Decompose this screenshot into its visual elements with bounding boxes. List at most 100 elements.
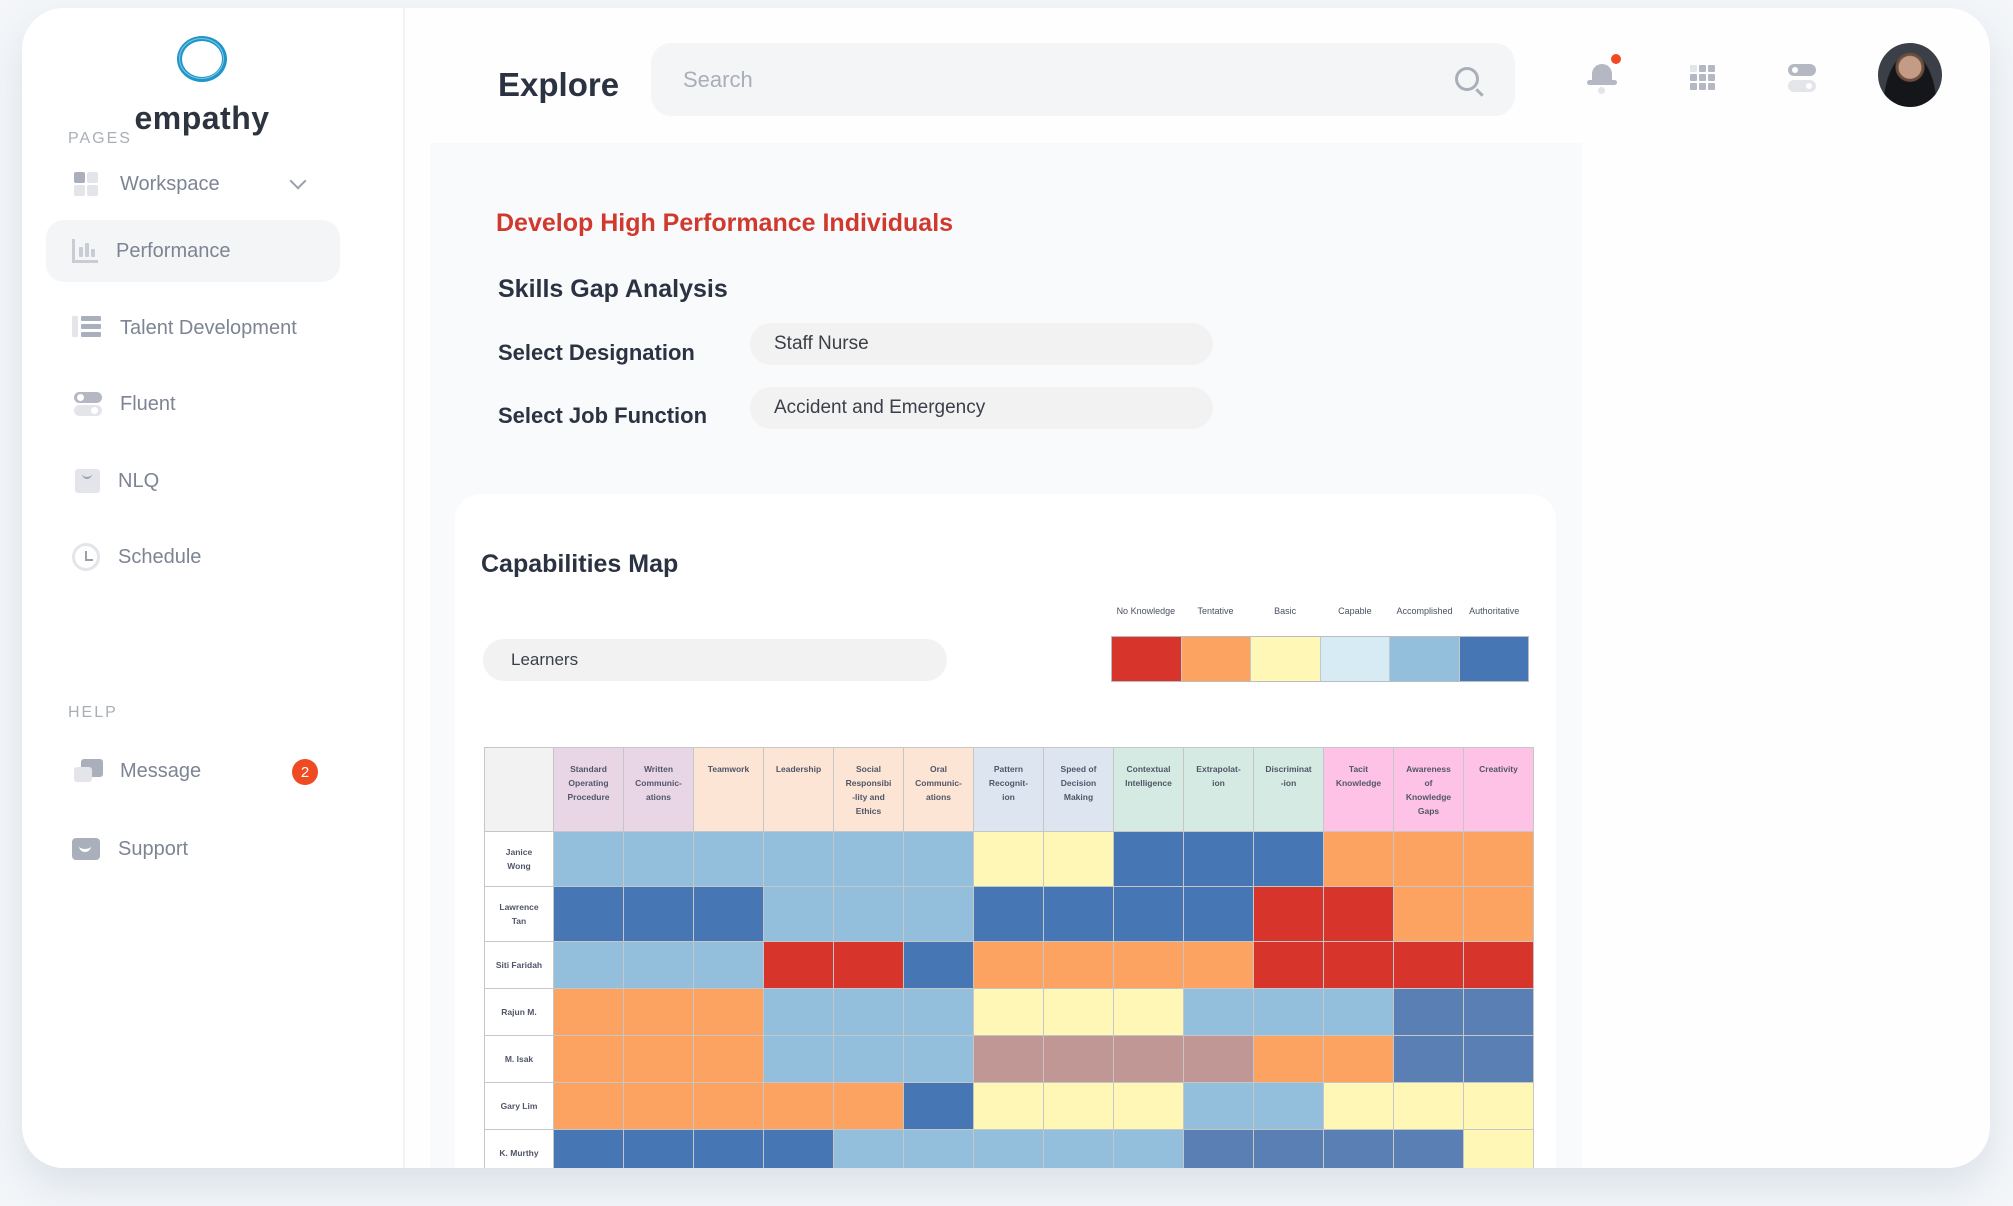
heatmap-cell bbox=[1113, 886, 1184, 942]
sidebar-item-label: Talent Development bbox=[120, 316, 297, 339]
heatmap-cell bbox=[1323, 1082, 1394, 1130]
heatmap-cell bbox=[973, 1129, 1044, 1168]
page-title: Explore bbox=[498, 66, 620, 103]
heatmap-row: Siti Faridah bbox=[484, 941, 1534, 989]
learners-select[interactable]: Learners bbox=[483, 639, 947, 681]
sidebar-item-talent-development[interactable]: Talent Development bbox=[46, 297, 340, 359]
sidebar-item-fluent[interactable]: Fluent bbox=[46, 373, 340, 435]
heatmap-cell bbox=[1463, 1082, 1534, 1130]
heatmap-cell bbox=[1113, 1082, 1184, 1130]
heatmap-cell bbox=[1323, 1129, 1394, 1168]
heatmap-cell bbox=[903, 831, 974, 887]
heatmap-cell bbox=[1183, 831, 1254, 887]
job-function-select[interactable]: Accident and Emergency bbox=[750, 387, 1213, 429]
heatmap-row: Lawrence Tan bbox=[484, 886, 1534, 942]
row-label: Janice Wong bbox=[484, 831, 554, 887]
heatmap-cell bbox=[1253, 941, 1324, 989]
heatmap-cell bbox=[553, 1129, 624, 1168]
heatmap-cell bbox=[1183, 941, 1254, 989]
heatmap-cell bbox=[1113, 941, 1184, 989]
search-icon[interactable] bbox=[1455, 67, 1479, 91]
heatmap-cell bbox=[1323, 831, 1394, 887]
heatmap-cell bbox=[763, 831, 834, 887]
column-header: Oral Communic- ations bbox=[903, 747, 974, 832]
heatmap-cell bbox=[1393, 941, 1464, 989]
heatmap-cell bbox=[833, 1035, 904, 1083]
fluent-icon bbox=[72, 390, 102, 418]
heatmap-cell bbox=[693, 988, 764, 1036]
heatmap-cell bbox=[1183, 988, 1254, 1036]
sidebar-item-performance[interactable]: Performance bbox=[46, 220, 340, 282]
heatmap-cell bbox=[1043, 941, 1114, 989]
legend-swatch bbox=[1320, 637, 1390, 681]
schedule-icon bbox=[72, 543, 100, 571]
sidebar-item-support[interactable]: Support bbox=[46, 818, 340, 880]
heatmap-cell bbox=[1393, 1035, 1464, 1083]
sidebar-item-message[interactable]: Message 2 bbox=[46, 740, 340, 802]
heatmap-cell bbox=[1043, 831, 1114, 887]
column-header: Social Responsibi -lity and Ethics bbox=[833, 747, 904, 832]
heatmap-cell bbox=[1183, 1129, 1254, 1168]
heatmap-cell bbox=[1253, 1082, 1324, 1130]
legend-label: Accomplished bbox=[1396, 606, 1453, 616]
column-header: Standard Operating Procedure bbox=[553, 747, 624, 832]
heatmap-cell bbox=[1113, 988, 1184, 1036]
heatmap-cell bbox=[763, 886, 834, 942]
heatmap-cell bbox=[693, 1035, 764, 1083]
sidebar-item-nlq[interactable]: NLQ bbox=[46, 450, 340, 512]
content-panel: Develop High Performance Individuals Ski… bbox=[430, 143, 1582, 1168]
heatmap-cell bbox=[553, 886, 624, 942]
goal-title: Develop High Performance Individuals bbox=[496, 209, 954, 237]
heatmap-cell bbox=[763, 1035, 834, 1083]
sidebar-item-label: Message bbox=[120, 759, 202, 782]
legend-swatch bbox=[1181, 637, 1251, 681]
row-label: Gary Lim bbox=[484, 1082, 554, 1130]
column-header: Speed of Decision Making bbox=[1043, 747, 1114, 832]
column-header: Creativity bbox=[1463, 747, 1534, 832]
heatmap-cell bbox=[1253, 1129, 1324, 1168]
heatmap-cell bbox=[1183, 1035, 1254, 1083]
chevron-down-icon[interactable] bbox=[289, 172, 307, 190]
sidebar-item-schedule[interactable]: Schedule bbox=[46, 526, 340, 588]
column-header: Contextual Intelligence bbox=[1113, 747, 1184, 832]
designation-select[interactable]: Staff Nurse bbox=[750, 323, 1213, 365]
row-label: M. Isak bbox=[484, 1035, 554, 1083]
heatmap-cell bbox=[1253, 1035, 1324, 1083]
search-bar[interactable] bbox=[651, 43, 1515, 116]
heatmap-cell bbox=[693, 941, 764, 989]
message-count-badge: 2 bbox=[292, 759, 318, 785]
user-avatar[interactable] bbox=[1878, 43, 1942, 107]
heatmap-row: K. Murthy bbox=[484, 1129, 1534, 1168]
heatmap-cell bbox=[623, 831, 694, 887]
column-header: Tacit Knowledge bbox=[1323, 747, 1394, 832]
notifications-button[interactable] bbox=[1585, 54, 1621, 96]
heatmap-cell bbox=[833, 1129, 904, 1168]
sidebar-item-workspace[interactable]: Workspace bbox=[46, 153, 340, 215]
heatmap-cell bbox=[903, 988, 974, 1036]
heatmap-cell bbox=[833, 886, 904, 942]
heatmap-cell bbox=[763, 941, 834, 989]
toggle-settings-icon[interactable] bbox=[1784, 56, 1820, 96]
corner-cell bbox=[484, 747, 554, 832]
job-function-label: Select Job Function bbox=[498, 403, 708, 428]
heatmap-cell bbox=[623, 1082, 694, 1130]
heatmap-cell bbox=[833, 941, 904, 989]
heatmap-cell bbox=[623, 1035, 694, 1083]
heatmap-cell bbox=[973, 1035, 1044, 1083]
row-label: Lawrence Tan bbox=[484, 886, 554, 942]
column-header: Awareness of Knowledge Gaps bbox=[1393, 747, 1464, 832]
heatmap-cell bbox=[903, 1035, 974, 1083]
heatmap-cell bbox=[1323, 886, 1394, 942]
notification-dot bbox=[1611, 54, 1621, 64]
heatmap-cell bbox=[693, 1129, 764, 1168]
heatmap-cell bbox=[903, 1082, 974, 1130]
heatmap-cell bbox=[903, 886, 974, 942]
heatmap-cell bbox=[833, 988, 904, 1036]
performance-icon bbox=[72, 239, 98, 263]
row-label: Rajun M. bbox=[484, 988, 554, 1036]
search-input[interactable] bbox=[683, 43, 1443, 116]
apps-grid-icon[interactable] bbox=[1686, 56, 1722, 96]
row-label: K. Murthy bbox=[484, 1129, 554, 1168]
heatmap-cell bbox=[763, 1082, 834, 1130]
column-header: Teamwork bbox=[693, 747, 764, 832]
